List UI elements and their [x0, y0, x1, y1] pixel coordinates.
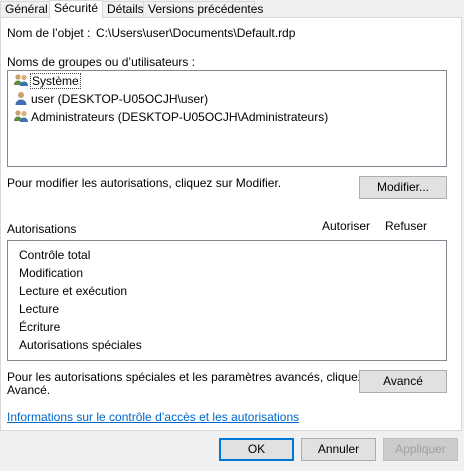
object-name-value: C:\Users\user\Documents\Default.rdp [96, 26, 296, 40]
tab-security[interactable]: Sécurité [49, 0, 103, 19]
tab-general[interactable]: Général [0, 1, 50, 18]
advanced-button[interactable]: Avancé [359, 370, 447, 393]
list-item-user[interactable]: user (DESKTOP-U05OCJH\user) [13, 90, 208, 107]
apply-button[interactable]: Appliquer [383, 438, 458, 461]
tab-label: Détails [107, 2, 144, 16]
advanced-hint-line2: Avancé. [7, 383, 51, 397]
tab-strip: Général Sécurité Détails Versions précéd… [0, 0, 464, 19]
ok-button[interactable]: OK [219, 438, 294, 461]
info-link[interactable]: Informations sur le contrôle d’accès et … [7, 410, 299, 424]
list-item-label: Système [30, 73, 81, 89]
permission-special: Autorisations spéciales [19, 338, 142, 352]
user-icon [15, 92, 27, 105]
permission-read-execute: Lecture et exécution [19, 284, 128, 298]
permission-read: Lecture [19, 302, 60, 316]
tab-previous-versions[interactable]: Versions précédentes [143, 1, 263, 18]
user-group-icon [14, 74, 28, 86]
list-item-administrators[interactable]: Administrateurs (DESKTOP-U05OCJH\Adminis… [13, 108, 328, 125]
object-name-label: Nom de l’objet : [7, 26, 91, 40]
groups-listbox[interactable]: Système user (DESKTOP-U05OCJH\user) Admi… [7, 70, 447, 167]
list-item-label: user (DESKTOP-U05OCJH\user) [31, 92, 209, 106]
user-group-icon [14, 110, 28, 122]
permission-write: Écriture [19, 320, 61, 334]
tab-details[interactable]: Détails [102, 1, 144, 18]
permission-full-control: Contrôle total [19, 248, 91, 262]
tab-label: Sécurité [54, 1, 99, 15]
column-allow: Autoriser [322, 219, 371, 233]
modify-hint: Pour modifier les autorisations, cliquez… [7, 176, 282, 190]
groups-heading: Noms de groupes ou d’utilisateurs : [7, 55, 196, 69]
modify-button[interactable]: Modifier... [359, 176, 447, 199]
list-item-label: Administrateurs (DESKTOP-U05OCJH\Adminis… [31, 110, 329, 124]
permissions-heading: Autorisations [7, 222, 77, 236]
column-deny: Refuser [385, 219, 428, 233]
cancel-button[interactable]: Annuler [301, 438, 376, 461]
permission-modify: Modification [19, 266, 84, 280]
tab-label: Général [5, 2, 48, 16]
advanced-hint-line1: Pour les autorisations spéciales et les … [7, 370, 384, 384]
permissions-listbox[interactable]: Contrôle total Modification Lecture et e… [7, 240, 447, 361]
tab-label: Versions précédentes [148, 2, 264, 16]
list-item-system[interactable]: Système [13, 72, 81, 89]
